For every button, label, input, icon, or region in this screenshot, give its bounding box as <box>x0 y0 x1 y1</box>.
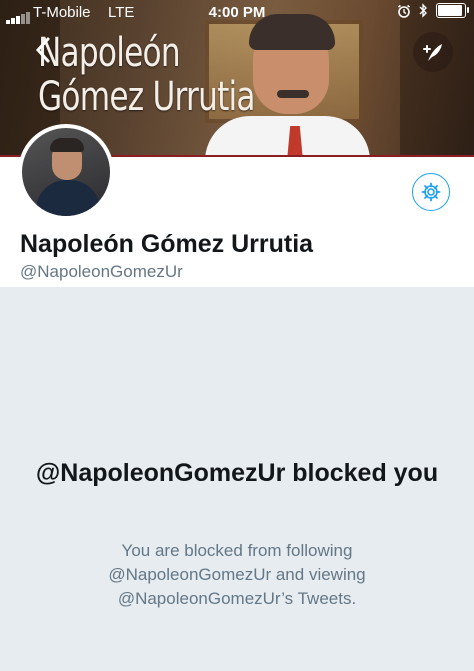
banner-portrait <box>205 8 370 157</box>
compose-feather-icon <box>423 44 442 61</box>
blocked-message-line: You are blocked from following <box>121 541 353 560</box>
battery-icon <box>436 3 469 18</box>
status-bar: T-Mobile LTE 4:00 PM <box>0 0 474 24</box>
blocked-message: You are blocked from following @Napoleon… <box>40 539 434 611</box>
battery-fill <box>438 5 462 16</box>
avatar[interactable] <box>18 124 114 220</box>
alarm-icon <box>398 4 410 18</box>
profile-name: Napoleón Gómez Urrutia <box>20 230 314 258</box>
bluetooth-icon <box>419 3 427 18</box>
portrait-shirt <box>205 116 370 157</box>
profile-settings-button[interactable] <box>412 173 450 211</box>
avatar-body <box>36 180 100 216</box>
back-button[interactable] <box>28 30 58 70</box>
chevron-left-icon <box>35 37 50 63</box>
blocked-heading: @NapoleonGomezUr blocked you <box>35 459 439 487</box>
gear-icon <box>421 182 441 202</box>
blocked-message-line: @NapoleonGomezUr and viewing <box>108 565 366 584</box>
banner-title-line1: Napoleón <box>38 30 181 76</box>
blocked-message-line: @NapoleonGomezUr’s Tweets. <box>117 589 357 608</box>
profile-handle: @NapoleonGomezUr <box>20 262 183 281</box>
avatar-hair <box>50 138 84 152</box>
portrait-mustache <box>277 90 309 98</box>
blocked-notice: @NapoleonGomezUr blocked you You are blo… <box>0 287 474 671</box>
compose-tweet-button[interactable] <box>413 32 453 72</box>
